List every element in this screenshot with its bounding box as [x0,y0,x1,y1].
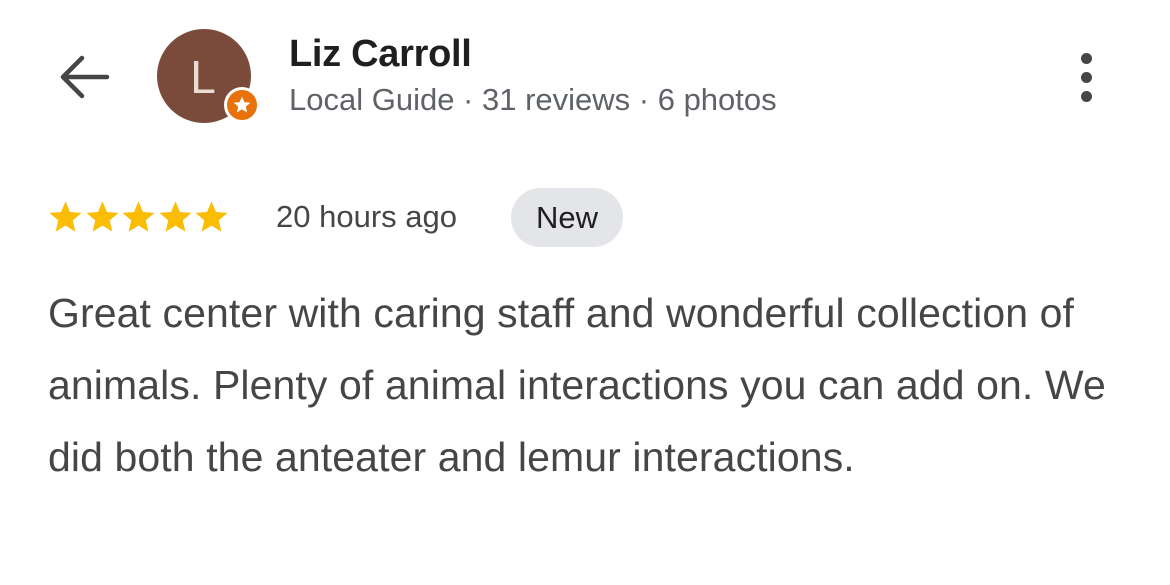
review-text: Great center with caring staff and wonde… [48,290,1106,480]
review-time: 20 hours ago [276,199,457,234]
star-icon [122,201,155,232]
avatar[interactable]: L [157,29,260,129]
star-icon [85,201,119,232]
star-icon [49,201,82,232]
more-vert-dot [1080,71,1092,83]
more-options-button[interactable] [1058,44,1114,110]
local-guide-badge [224,87,260,123]
arrow-left-icon [60,55,110,99]
star-icon [233,96,251,113]
star-icon [158,201,192,232]
reviewer-meta: Local Guide · 31 reviews · 6 photos [289,82,777,117]
rating-stars [47,199,230,236]
avatar-initial: L [190,51,216,103]
star-icon [195,201,228,232]
more-vert-icon [1080,52,1092,64]
reviewer-name[interactable]: Liz Carroll [289,33,472,76]
more-vert-dot [1080,90,1092,102]
back-button[interactable] [52,48,116,106]
new-badge: New [511,188,624,247]
